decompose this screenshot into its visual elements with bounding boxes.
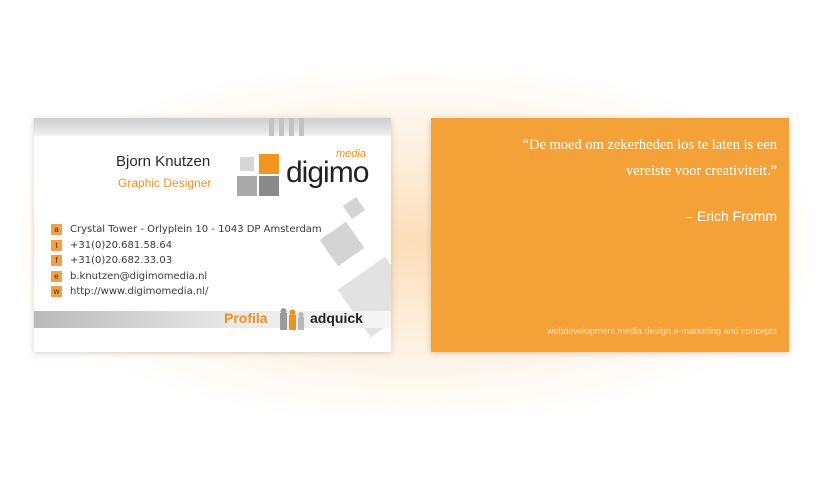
contact-letter-badge: t — [51, 239, 62, 251]
contact-letter-badge: f — [51, 255, 62, 267]
contact-list: a Crystal Tower - Orlyplein 10 - 1043 DP… — [51, 222, 322, 300]
quote-line-1: “De moed om zekerheden los te laten is e… — [522, 137, 777, 153]
top-gradient-bar — [34, 118, 391, 136]
partner-logo-adquick: adquick — [310, 310, 363, 326]
business-card-front: Bjorn Knutzen Graphic Designer digimo me… — [34, 118, 391, 352]
contact-text: Crystal Tower - Orlyplein 10 - 1043 DP A… — [70, 224, 322, 236]
contact-phone: t +31(0)20.681.58.64 — [51, 238, 322, 254]
logo-wordmark: digimo — [286, 156, 369, 189]
contact-text: http://www.digimomedia.nl/ — [70, 286, 209, 298]
quote-author: – Erich Fromm — [685, 208, 777, 224]
contact-text: +31(0)20.681.58.64 — [70, 239, 173, 251]
logo-superscript: media — [336, 148, 366, 160]
contact-website: w http://www.digimomedia.nl/ — [51, 284, 322, 300]
contact-email: e b.knutzen@digimomedia.nl — [51, 269, 322, 285]
logo-squares-icon — [237, 154, 281, 198]
job-title: Graphic Designer — [118, 176, 212, 190]
partner-figures-icon — [280, 308, 304, 330]
contact-address: a Crystal Tower - Orlyplein 10 - 1043 DP… — [51, 222, 322, 238]
quote-text: “De moed om zekerheden los te laten is e… — [457, 132, 777, 184]
contact-letter-badge: w — [51, 286, 62, 298]
business-card-back: “De moed om zekerheden los te laten is e… — [431, 118, 789, 352]
company-tagline: webdevelopment.media design.e-marketing … — [546, 326, 777, 336]
partner-logo-profila: Profila — [224, 310, 268, 326]
contact-fax: f +31(0)20.682.33.03 — [51, 253, 322, 269]
contact-text: b.knutzen@digimomedia.nl — [70, 270, 208, 282]
decor-square — [342, 196, 366, 220]
decor-square — [319, 221, 365, 267]
person-name: Bjorn Knutzen — [116, 153, 211, 170]
top-stripes — [269, 118, 304, 136]
contact-text: +31(0)20.682.33.03 — [70, 255, 173, 267]
quote-line-2: vereiste voor creativiteit.” — [626, 163, 777, 179]
contact-letter-badge: e — [51, 270, 62, 282]
contact-letter-badge: a — [51, 224, 62, 236]
